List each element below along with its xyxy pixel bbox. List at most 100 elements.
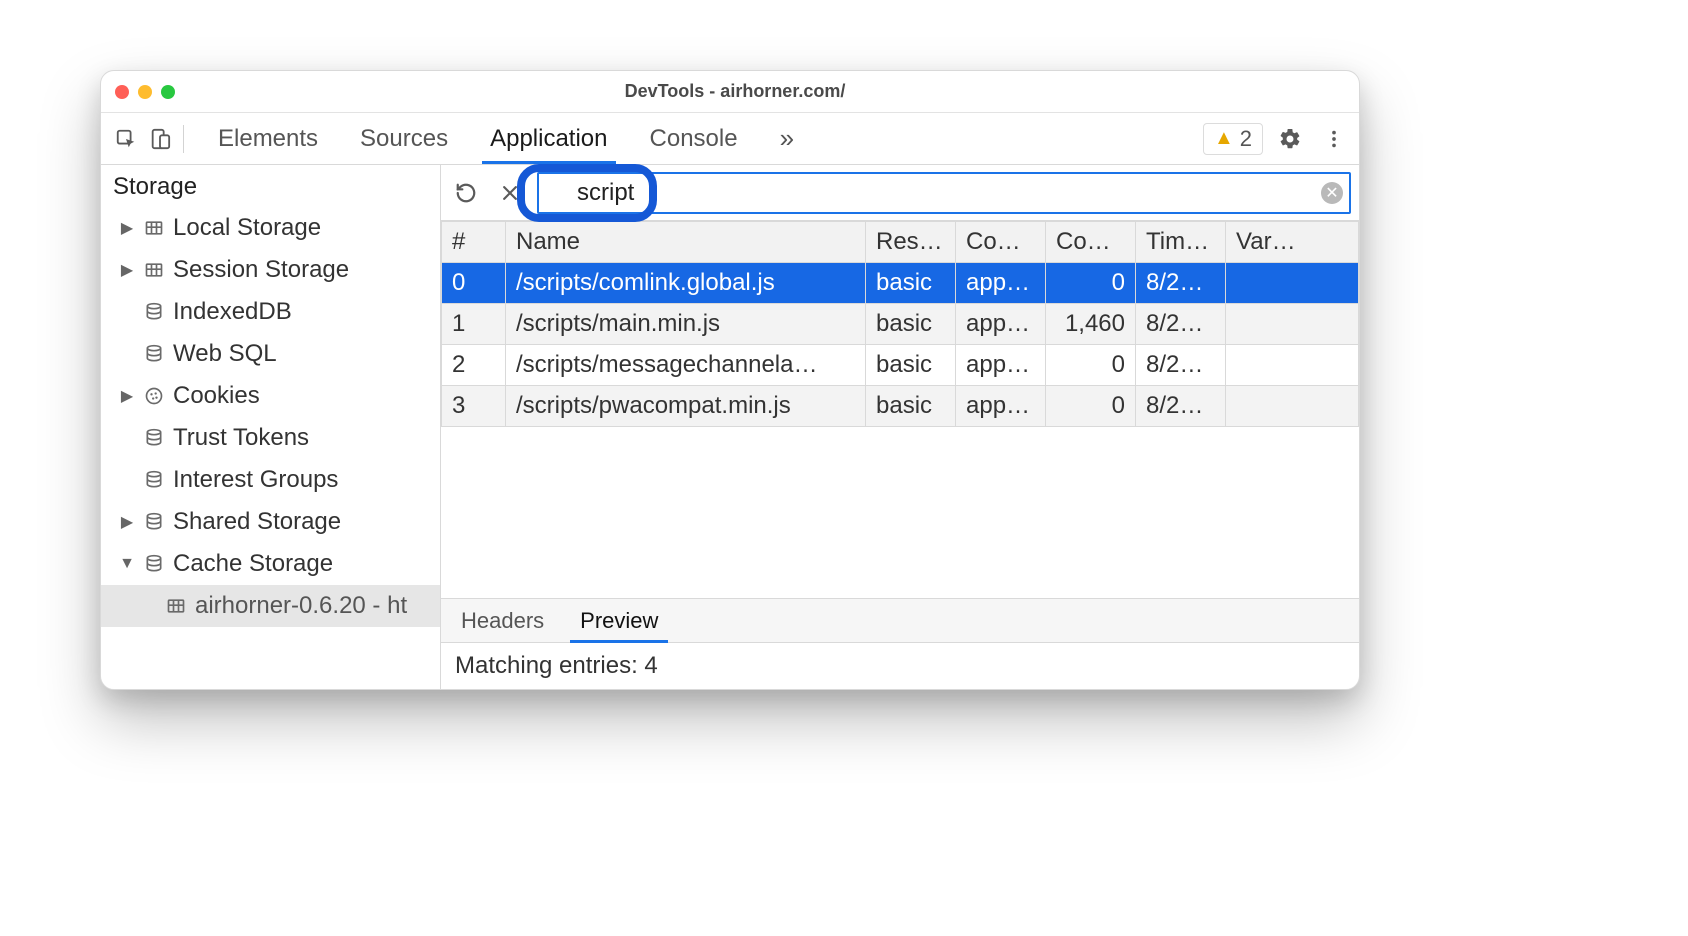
sidebar-item-local-storage[interactable]: ▶ Local Storage (101, 207, 440, 249)
cell-vary (1226, 304, 1359, 345)
cell-response: basic (866, 345, 956, 386)
table-row[interactable]: 0/scripts/comlink.global.jsbasicapp…08/2… (442, 263, 1359, 304)
cell-vary (1226, 386, 1359, 427)
device-toolbar-icon[interactable] (143, 122, 177, 156)
cell-response: basic (866, 304, 956, 345)
table-row[interactable]: 2/scripts/messagechannela…basicapp…08/2… (442, 345, 1359, 386)
window-title: DevTools - airhorner.com/ (125, 81, 1345, 102)
cell-idx: 2 (442, 345, 506, 386)
table-icon (165, 595, 187, 617)
subtab-headers[interactable]: Headers (457, 600, 548, 642)
toolbar-separator (183, 125, 184, 153)
cell-name: /scripts/main.min.js (506, 304, 866, 345)
col-content-type[interactable]: Co… (956, 222, 1046, 263)
cache-table-wrap: # Name Res… Co… Co… Tim… Var… 0/scripts/… (441, 221, 1359, 599)
table-row[interactable]: 3/scripts/pwacompat.min.jsbasicapp…08/2… (442, 386, 1359, 427)
col-vary[interactable]: Var… (1226, 222, 1359, 263)
sidebar-item-cache-storage[interactable]: ▼ Cache Storage (101, 543, 440, 585)
sidebar-item-label: Local Storage (173, 214, 321, 242)
preview-subtabs: Headers Preview (441, 599, 1359, 643)
delete-entry-icon[interactable] (493, 176, 527, 210)
status-bar: Matching entries: 4 (441, 643, 1359, 689)
chevron-right-icon[interactable]: ▶ (119, 218, 135, 238)
chevron-right-icon[interactable]: ▶ (119, 386, 135, 406)
clear-filter-icon[interactable]: ✕ (1321, 182, 1343, 204)
kebab-menu-icon[interactable] (1317, 122, 1351, 156)
cell-idx: 1 (442, 304, 506, 345)
col-response[interactable]: Res… (866, 222, 956, 263)
cell-content_length: 0 (1046, 345, 1136, 386)
cell-content_type: app… (956, 345, 1046, 386)
cell-response: basic (866, 263, 956, 304)
filter-input-wrap: ✕ (537, 172, 1351, 214)
cell-content_length: 1,460 (1046, 304, 1136, 345)
sidebar-item-airhorner-0-6-20-ht[interactable]: airhorner-0.6.20 - ht (101, 585, 440, 627)
storage-sidebar: Storage ▶Local Storage▶Session Storage▶I… (101, 165, 441, 689)
cell-idx: 3 (442, 386, 506, 427)
sidebar-item-label: airhorner-0.6.20 - ht (195, 592, 407, 620)
col-time-cached[interactable]: Tim… (1136, 222, 1226, 263)
db-icon (143, 427, 165, 449)
table-icon (143, 259, 165, 281)
col-name[interactable]: Name (506, 222, 866, 263)
warning-count: 2 (1240, 126, 1252, 152)
cache-table: # Name Res… Co… Co… Tim… Var… 0/scripts/… (441, 221, 1359, 427)
devtools-window: DevTools - airhorner.com/ Elements Sourc… (100, 70, 1360, 690)
warning-icon: ▲ (1214, 127, 1234, 150)
sidebar-item-label: IndexedDB (173, 298, 292, 326)
cell-response: basic (866, 386, 956, 427)
sidebar-item-label: Trust Tokens (173, 424, 309, 452)
chevron-right-icon[interactable]: ▶ (119, 512, 135, 532)
col-index[interactable]: # (442, 222, 506, 263)
tab-application[interactable]: Application (488, 115, 609, 163)
tab-sources[interactable]: Sources (358, 115, 450, 163)
subtab-preview[interactable]: Preview (576, 600, 662, 642)
sidebar-item-session-storage[interactable]: ▶ Session Storage (101, 249, 440, 291)
cell-content_length: 0 (1046, 263, 1136, 304)
cell-time: 8/2… (1136, 263, 1226, 304)
cell-content_type: app… (956, 304, 1046, 345)
filter-toolbar: ✕ (441, 165, 1359, 221)
sidebar-item-label: Cookies (173, 382, 260, 410)
sidebar-item-indexeddb[interactable]: ▶IndexedDB (101, 291, 440, 333)
sidebar-item-shared-storage[interactable]: ▶ Shared Storage (101, 501, 440, 543)
tab-console[interactable]: Console (648, 115, 740, 163)
cell-content_type: app… (956, 263, 1046, 304)
cache-storage-panel: ✕ # Name Res… Co… Co… Ti (441, 165, 1359, 689)
sidebar-item-label: Session Storage (173, 256, 349, 284)
inspect-element-icon[interactable] (109, 122, 143, 156)
sidebar-item-interest-groups[interactable]: ▶Interest Groups (101, 459, 440, 501)
db-icon (143, 343, 165, 365)
tab-elements[interactable]: Elements (216, 115, 320, 163)
cell-time: 8/2… (1136, 345, 1226, 386)
db-icon (143, 469, 165, 491)
cell-vary (1226, 345, 1359, 386)
chevron-down-icon[interactable]: ▼ (119, 555, 135, 573)
cell-content_length: 0 (1046, 386, 1136, 427)
chevron-right-icon[interactable]: ▶ (119, 260, 135, 280)
col-content-length[interactable]: Co… (1046, 222, 1136, 263)
sidebar-item-trust-tokens[interactable]: ▶Trust Tokens (101, 417, 440, 459)
refresh-icon[interactable] (449, 176, 483, 210)
cell-time: 8/2… (1136, 304, 1226, 345)
cell-vary (1226, 263, 1359, 304)
table-header-row: # Name Res… Co… Co… Tim… Var… (442, 222, 1359, 263)
sidebar-section-title: Storage (101, 165, 440, 207)
db-icon (143, 553, 165, 575)
table-icon (143, 217, 165, 239)
cell-idx: 0 (442, 263, 506, 304)
sidebar-item-cookies[interactable]: ▶ Cookies (101, 375, 440, 417)
filter-input[interactable] (575, 178, 1321, 208)
settings-icon[interactable] (1273, 122, 1307, 156)
matching-entries-text: Matching entries: 4 (455, 652, 658, 680)
warnings-chip[interactable]: ▲ 2 (1203, 123, 1263, 155)
sidebar-item-web-sql[interactable]: ▶Web SQL (101, 333, 440, 375)
cell-content_type: app… (956, 386, 1046, 427)
cell-name: /scripts/pwacompat.min.js (506, 386, 866, 427)
more-tabs-button[interactable]: » (778, 113, 796, 164)
sidebar-item-label: Cache Storage (173, 550, 333, 578)
sidebar-item-label: Shared Storage (173, 508, 341, 536)
table-row[interactable]: 1/scripts/main.min.jsbasicapp…1,4608/2… (442, 304, 1359, 345)
titlebar: DevTools - airhorner.com/ (101, 71, 1359, 113)
cell-name: /scripts/comlink.global.js (506, 263, 866, 304)
